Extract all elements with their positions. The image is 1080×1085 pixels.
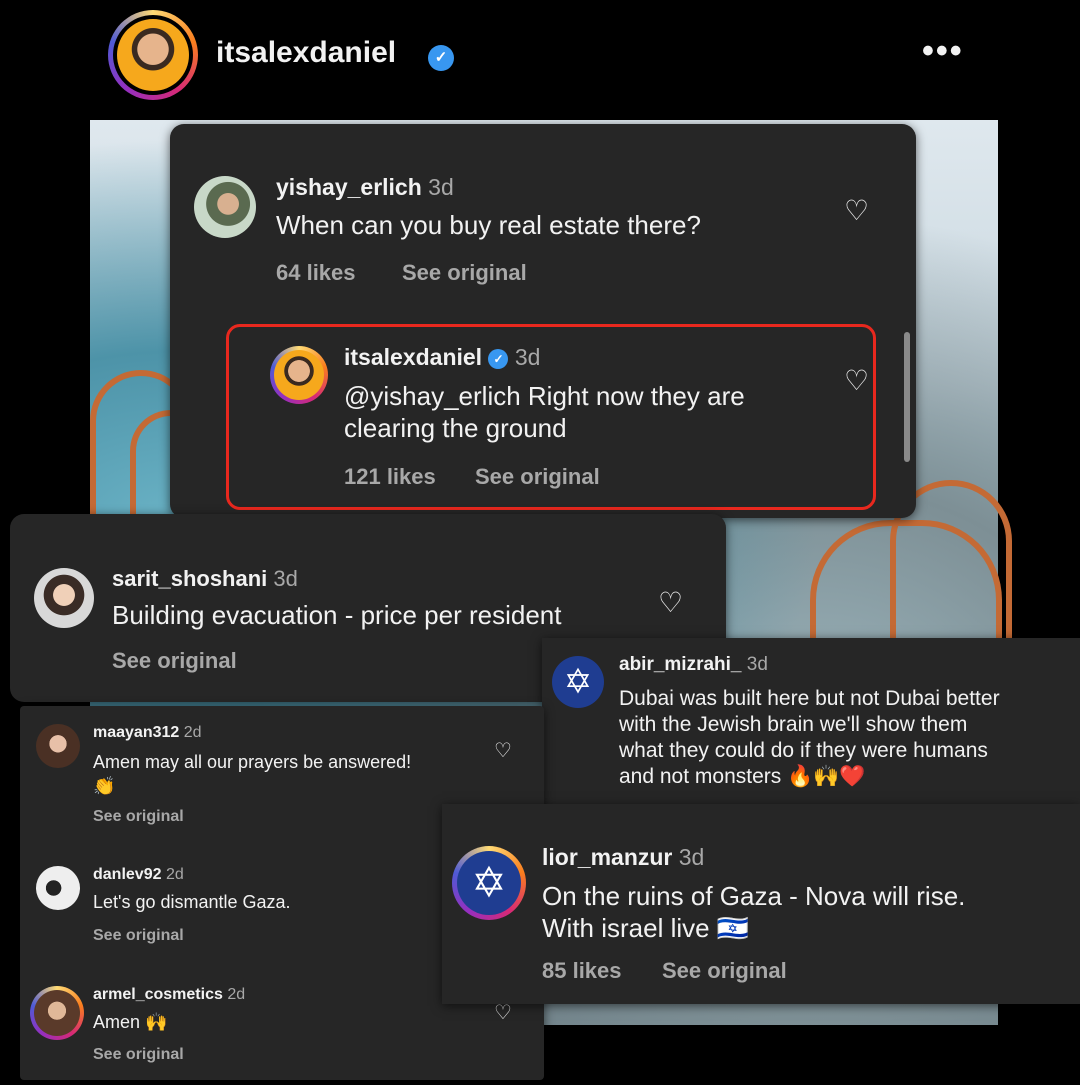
star-of-david-avatar-icon: ✡ xyxy=(457,851,521,915)
reply-time: 3d xyxy=(514,344,541,370)
reply-username[interactable]: itsalexdaniel xyxy=(344,344,482,370)
commenter-avatar[interactable] xyxy=(30,986,84,1040)
see-original-link[interactable]: See original xyxy=(662,958,787,984)
comment-header: lior_manzur 3d xyxy=(542,844,704,871)
reply-likes[interactable]: 121 likes xyxy=(344,464,436,490)
comment-text: Amen 🙌 xyxy=(93,1012,168,1032)
comment-time: 2d xyxy=(183,724,202,741)
comment-text: Building evacuation - price per resident xyxy=(112,600,562,630)
comment-header: sarit_shoshani 3d xyxy=(112,566,298,592)
see-original-link[interactable]: See original xyxy=(93,927,184,945)
comment-text: Let's go dismantle Gaza. xyxy=(93,892,291,912)
comment-username[interactable]: yishay_erlich xyxy=(276,174,422,200)
comment-username[interactable]: sarit_shoshani xyxy=(112,566,267,591)
commenter-avatar[interactable] xyxy=(36,724,80,768)
reply-header: itsalexdaniel ✓ 3d xyxy=(344,344,540,371)
comment-username[interactable]: armel_cosmetics xyxy=(93,986,223,1003)
commenter-avatar[interactable] xyxy=(36,866,80,910)
comment-username[interactable]: abir_mizrahi_ xyxy=(619,654,742,675)
comment-time: 3d xyxy=(273,566,298,591)
comment-text: On the ruins of Gaza - Nova will rise. W… xyxy=(542,881,966,943)
more-options-icon[interactable]: ••• xyxy=(922,32,964,71)
comment-username[interactable]: danlev92 xyxy=(93,866,161,883)
profile-avatar[interactable] xyxy=(108,10,198,100)
comment-header: yishay_erlich 3d xyxy=(276,174,454,201)
comment-text: Amen may all our prayers be answered! 👏 xyxy=(93,752,412,796)
reply-avatar[interactable] xyxy=(270,346,328,404)
comment-time: 3d xyxy=(746,654,768,675)
comment-header: armel_cosmetics 2d xyxy=(93,986,245,1004)
comment-time: 2d xyxy=(227,986,246,1003)
like-heart-icon[interactable]: ♡ xyxy=(658,586,683,619)
comment-panel-abir: ✡ abir_mizrahi_ 3d Dubai was built here … xyxy=(542,638,1080,804)
see-original-link[interactable]: See original xyxy=(93,808,184,826)
comment-time: 2d xyxy=(165,866,184,883)
see-original-link[interactable]: See original xyxy=(475,464,600,490)
like-heart-icon[interactable]: ♡ xyxy=(844,194,869,227)
comment-header: abir_mizrahi_ 3d xyxy=(619,654,768,676)
verified-badge-icon: ✓ xyxy=(428,45,454,71)
comment-time: 3d xyxy=(678,844,705,870)
verified-badge-icon: ✓ xyxy=(488,348,509,369)
like-heart-icon[interactable]: ♡ xyxy=(494,738,512,763)
see-original-link[interactable]: See original xyxy=(112,648,237,674)
comment-likes[interactable]: 85 likes xyxy=(542,958,622,984)
comment-username[interactable]: maayan312 xyxy=(93,724,179,741)
star-of-david-avatar-icon[interactable]: ✡ xyxy=(552,656,604,708)
profile-username[interactable]: itsalexdaniel xyxy=(216,36,396,70)
commenter-avatar[interactable]: ✡ xyxy=(452,846,526,920)
reply-text: @yishay_erlich Right now they are cleari… xyxy=(344,381,745,443)
comment-text: Dubai was built here but not Dubai bette… xyxy=(619,687,1000,788)
commenter-avatar[interactable] xyxy=(194,176,256,238)
like-heart-icon[interactable]: ♡ xyxy=(844,364,869,397)
commenter-avatar[interactable] xyxy=(34,568,94,628)
comment-header: danlev92 2d xyxy=(93,866,184,884)
comment-likes[interactable]: 64 likes xyxy=(276,260,356,286)
scrollbar[interactable] xyxy=(904,332,910,462)
comment-text: When can you buy real estate there? xyxy=(276,210,701,240)
comment-time: 3d xyxy=(428,174,454,200)
comment-header: maayan312 2d xyxy=(93,724,202,742)
see-original-link[interactable]: See original xyxy=(402,260,527,286)
see-original-link[interactable]: See original xyxy=(93,1046,184,1064)
comment-panel-lior: ✡ lior_manzur 3d On the ruins of Gaza - … xyxy=(442,804,1080,1004)
comment-panel-main: yishay_erlich 3d When can you buy real e… xyxy=(170,124,916,518)
comment-username[interactable]: lior_manzur xyxy=(542,844,672,870)
